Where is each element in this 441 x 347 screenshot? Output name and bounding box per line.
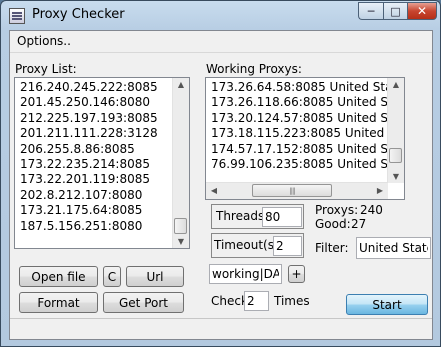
threads-input[interactable]: [262, 207, 302, 227]
proxys-count-value: 240: [360, 203, 383, 217]
scroll-thumb[interactable]: ||||: [252, 184, 332, 197]
working-proxys-label: Working Proxys:: [206, 62, 302, 76]
scroll-thumb[interactable]: [389, 148, 402, 163]
minimize-button[interactable]: ─: [358, 2, 383, 20]
list-item[interactable]: 202.8.212.107:8080: [20, 188, 142, 203]
client-area: Options.. Proxy List: 216.240.245.222:80…: [9, 30, 433, 340]
scroll-up-icon[interactable]: ▲: [388, 80, 404, 89]
proxy-list[interactable]: 216.240.245.222:8085 201.45.250.146:8080 2…: [14, 77, 190, 249]
list-item[interactable]: 187.5.156.251:8080: [20, 219, 142, 234]
check-label: Check: [211, 294, 248, 308]
clear-button[interactable]: C: [103, 266, 121, 287]
menu-options[interactable]: Options..: [17, 34, 71, 48]
threads-group: Threads:: [211, 204, 304, 229]
list-item[interactable]: 173.26.64.58:8085 United States: [211, 80, 404, 95]
filter-label: Filter:: [315, 241, 349, 255]
close-button[interactable]: ✕: [407, 2, 437, 20]
list-item[interactable]: 201.45.250.146:8080: [20, 95, 150, 110]
status-bar: [10, 318, 432, 339]
filter-input[interactable]: [356, 237, 431, 259]
good-count-value: 27: [351, 217, 367, 231]
minimize-icon: ─: [367, 4, 375, 18]
good-count-label: Good:: [315, 217, 351, 231]
proxys-count-label: Proxys:: [315, 203, 359, 217]
check-input[interactable]: [244, 291, 269, 311]
mode-input[interactable]: [209, 264, 282, 284]
list-item[interactable]: 216.240.245.222:8085: [20, 80, 158, 95]
list-item[interactable]: 174.57.17.152:8085 United States: [211, 142, 404, 157]
check-times-label: Times: [274, 294, 310, 308]
get-port-button[interactable]: Get Port: [103, 292, 184, 313]
title-bar[interactable]: Proxy Checker ─ □ ✕: [1, 1, 440, 29]
list-item[interactable]: 212.225.197.193:8085: [20, 111, 158, 126]
start-button[interactable]: Start: [346, 294, 428, 315]
list-item[interactable]: 173.26.118.66:8085 United States: [211, 95, 404, 110]
maximize-icon: □: [390, 4, 401, 18]
app-window: Proxy Checker ─ □ ✕ Options.. Proxy List…: [0, 0, 441, 347]
scroll-right-icon[interactable]: ▶: [372, 186, 388, 195]
scroll-down-icon[interactable]: ▼: [173, 237, 189, 246]
list-item[interactable]: 173.18.115.223:8085 United States: [211, 126, 404, 141]
proxy-list-scrollbar[interactable]: ▲ ▼: [172, 78, 189, 248]
proxy-list-label: Proxy List:: [15, 62, 77, 76]
window-title: Proxy Checker: [32, 7, 125, 22]
add-mode-button[interactable]: +: [288, 265, 305, 283]
working-proxys-list[interactable]: 173.26.64.58:8085 United States 173.26.11…: [205, 77, 405, 200]
threads-label: Threads:: [216, 209, 269, 223]
open-file-button[interactable]: Open file: [19, 266, 98, 287]
timeout-input[interactable]: [273, 236, 302, 256]
working-hscrollbar[interactable]: ◀ |||| ▶: [206, 182, 388, 199]
timeout-group: Timeout(s):: [211, 233, 304, 258]
working-vscrollbar[interactable]: ▲ ▼: [387, 78, 404, 183]
list-item[interactable]: 173.20.124.57:8085 United States: [211, 111, 404, 126]
list-item[interactable]: 76.99.106.235:8085 United States: [211, 157, 404, 172]
scroll-left-icon[interactable]: ◀: [206, 186, 222, 195]
close-icon: ✕: [416, 4, 428, 18]
app-icon: [9, 8, 25, 24]
list-item[interactable]: 173.21.175.64:8085: [20, 203, 142, 218]
scroll-up-icon[interactable]: ▲: [173, 80, 189, 89]
list-item[interactable]: 173.22.201.119:8085: [20, 172, 150, 187]
menu-bar: Options..: [10, 31, 432, 53]
grip-icon: ||||: [289, 186, 296, 195]
format-button[interactable]: Format: [19, 292, 98, 313]
list-item[interactable]: 173.22.235.214:8085: [20, 157, 150, 172]
list-item[interactable]: 206.255.8.86:8085: [20, 142, 135, 157]
scroll-down-icon[interactable]: ▼: [388, 172, 404, 181]
maximize-button[interactable]: □: [383, 2, 407, 20]
scroll-thumb[interactable]: [174, 218, 187, 234]
url-button[interactable]: Url: [126, 266, 184, 287]
list-item[interactable]: 201.211.111.228:3128: [20, 126, 158, 141]
